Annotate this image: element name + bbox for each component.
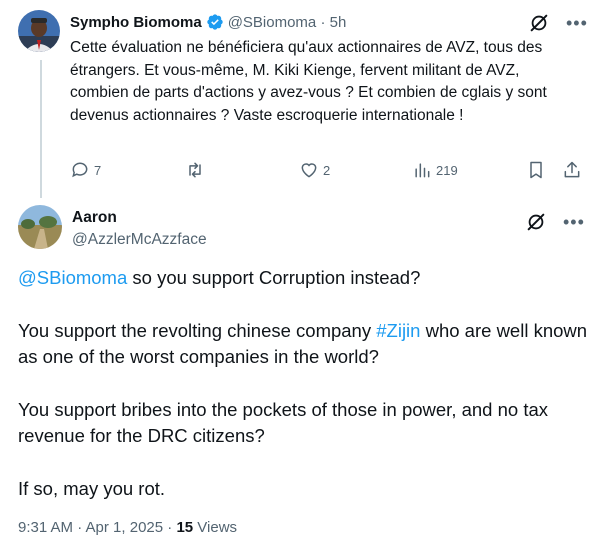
tweet-paragraph: @SBiomoma so you support Corruption inst… [18,265,588,292]
views-count: 219 [436,162,458,178]
tweet-text: Cette évaluation ne bénéficiera qu'aux a… [70,39,547,124]
more-icon[interactable]: ••• [566,13,588,34]
avatar[interactable] [18,205,62,249]
like-count: 2 [323,162,331,178]
reply-count: 7 [94,162,102,178]
tweet-header: Sympho Biomoma @SBiomoma · 5h [70,13,346,31]
mention-link[interactable]: @SBiomoma [18,267,127,288]
views-icon [412,160,432,180]
retweet-icon [185,160,205,180]
grok-icon[interactable] [525,211,547,233]
more-icon[interactable]: ••• [563,212,585,233]
tweet-meta: 9:31 AM · Apr 1, 2025 · 15 Views [18,519,237,536]
author-name[interactable]: Sympho Biomoma [70,14,202,31]
timestamp-link[interactable]: 9:31 AM · Apr 1, 2025 · [18,519,176,536]
tweet-paragraph: If so, may you rot. [18,477,166,499]
share-button[interactable] [562,160,582,180]
handle-and-time[interactable]: @SBiomoma · 5h [228,14,347,31]
hashtag-link[interactable]: #Zijin [376,320,420,341]
verified-badge-icon [206,13,224,31]
tweet-paragraph: You support the revolting chinese compan… [18,318,588,371]
view-count: 15 [176,519,194,536]
like-icon [299,160,319,180]
action-bar: 7 2 219 [70,160,586,182]
views-button[interactable]: 219 [412,160,458,180]
reply-icon [70,160,90,180]
author-handle[interactable]: @AzzlerMcAzzface [72,231,207,249]
tweet-text: so you support Corruption instead? [127,267,421,288]
retweet-button[interactable] [185,160,209,180]
header-icons: ••• [525,211,585,233]
tweet-text: You support the revolting chinese compan… [18,319,377,341]
tweet-body: @SBiomoma so you support Corruption inst… [18,265,588,528]
thread-connector-line [40,60,42,198]
author-name[interactable]: Aaron [72,209,117,227]
bookmark-button[interactable] [526,160,546,180]
header-icons: ••• [528,12,588,34]
reply-button[interactable]: 7 [70,160,101,180]
grok-icon[interactable] [528,12,550,34]
views-label: Views [193,519,238,536]
tweet-paragraph: You support bribes into the pockets of t… [18,398,549,447]
share-icon [562,160,582,180]
like-button[interactable]: 2 [299,160,330,180]
avatar[interactable] [18,10,60,52]
bookmark-icon [526,160,546,180]
